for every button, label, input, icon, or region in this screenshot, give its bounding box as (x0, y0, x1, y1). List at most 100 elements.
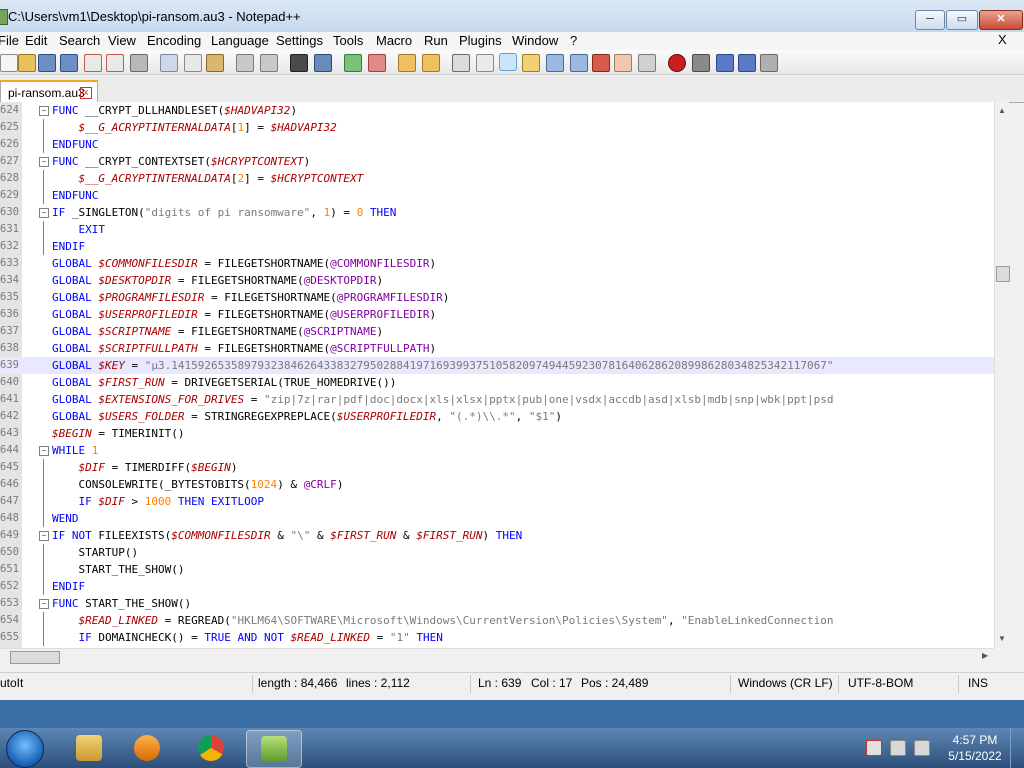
code-line[interactable]: 653 − FUNC START_THE_SHOW() (0, 595, 1008, 612)
play-macro-icon[interactable] (716, 54, 734, 72)
open-icon[interactable] (18, 54, 36, 72)
minimize-button[interactable]: ─ (915, 10, 945, 30)
menu-tools[interactable]: Tools (333, 32, 363, 50)
code-line[interactable]: 647 IF $DIF > 1000 THEN EXITLOOP (0, 493, 1008, 510)
menu-edit[interactable]: Edit (25, 32, 47, 50)
code-line[interactable]: 631 EXIT (0, 221, 1008, 238)
tab-pi-ransom[interactable]: pi-ransom.au3 x (0, 80, 98, 102)
find-icon[interactable] (290, 54, 308, 72)
menu-plugins[interactable]: Plugins (459, 32, 502, 50)
code-line[interactable]: 632 ENDIF (0, 238, 1008, 255)
word-wrap-icon[interactable] (452, 54, 470, 72)
taskbar-notepadpp[interactable] (246, 730, 302, 768)
indent-guide-icon[interactable] (499, 53, 517, 71)
menu-window[interactable]: Window (512, 32, 558, 50)
vertical-scrollbar[interactable]: ▲ ▼ (994, 102, 1010, 648)
code-line[interactable]: 655 IF DOMAINCHECK() = TRUE AND NOT $REA… (0, 629, 1008, 646)
taskbar-chrome[interactable] (184, 730, 238, 766)
code-line[interactable]: 646 CONSOLEWRITE(_BYTESTOBITS(1024) & @C… (0, 476, 1008, 493)
redo-icon[interactable] (260, 54, 278, 72)
taskbar-clock[interactable]: 4:57 PM 5/15/2022 (946, 732, 1004, 764)
title-bar[interactable]: C:\Users\vm1\Desktop\pi-ransom.au3 - Not… (0, 0, 1024, 32)
paste-icon[interactable] (206, 54, 224, 72)
code-line[interactable]: 629 ENDFUNC (0, 187, 1008, 204)
code-line[interactable]: 626 ENDFUNC (0, 136, 1008, 153)
show-all-chars-icon[interactable] (476, 54, 494, 72)
code-line[interactable]: 654 $READ_LINKED = REGREAD("HKLM64\SOFTW… (0, 612, 1008, 629)
code-line[interactable]: 644 − WHILE 1 (0, 442, 1008, 459)
fold-toggle-icon[interactable]: − (39, 446, 49, 456)
stop-macro-icon[interactable] (692, 54, 710, 72)
code-editor[interactable]: 624− FUNC __CRYPT_DLLHANDLESET($HADVAPI32… (0, 102, 1008, 648)
code-line[interactable]: 630 − IF _SINGLETON("digits of pi ransomwa… (0, 204, 1008, 221)
close-icon[interactable] (84, 54, 102, 72)
menu-encoding[interactable]: Encoding (147, 32, 201, 50)
close-document-button[interactable]: X (998, 32, 1007, 47)
save-icon[interactable] (38, 54, 56, 72)
folder-workspace-icon[interactable] (570, 54, 588, 72)
fold-toggle-icon[interactable]: − (39, 157, 49, 167)
code-line[interactable]: 634 GLOBAL $DESKTOPDIR = FILEGETSHORTNAME… (0, 272, 1008, 289)
fold-toggle-icon[interactable]: − (39, 531, 49, 541)
network-icon[interactable] (890, 740, 906, 756)
taskbar-media-player[interactable] (120, 730, 174, 766)
code-line[interactable]: 641 GLOBAL $EXTENSIONS_FOR_DRIVES = "zip|… (0, 391, 1008, 408)
horizontal-scroll-thumb[interactable] (10, 651, 60, 664)
folder-icon[interactable] (614, 54, 632, 72)
code-line[interactable]: 637 GLOBAL $SCRIPTNAME = FILEGETSHORTNAME… (0, 323, 1008, 340)
scroll-down-icon[interactable]: ▼ (998, 634, 1006, 643)
action-center-icon[interactable] (866, 740, 882, 756)
volume-icon[interactable] (914, 740, 930, 756)
replace-icon[interactable] (314, 54, 332, 72)
fold-toggle-icon[interactable]: − (39, 599, 49, 609)
vertical-scroll-thumb[interactable] (996, 266, 1010, 282)
menu-language[interactable]: Language (211, 32, 269, 50)
doc-map-icon[interactable] (522, 54, 540, 72)
code-line[interactable]: 650 STARTUP() (0, 544, 1008, 561)
start-button[interactable] (6, 730, 44, 768)
taskbar-explorer[interactable] (62, 730, 116, 766)
fold-toggle-icon[interactable]: − (39, 106, 49, 116)
undo-icon[interactable] (236, 54, 254, 72)
save-all-icon[interactable] (60, 54, 78, 72)
menu-file[interactable]: File (0, 32, 19, 50)
code-line[interactable]: 648 WEND (0, 510, 1008, 527)
code-line[interactable]: 640 GLOBAL $FIRST_RUN = DRIVEGETSERIAL(TR… (0, 374, 1008, 391)
code-line[interactable]: 651 START_THE_SHOW() (0, 561, 1008, 578)
monitoring-icon[interactable] (592, 54, 610, 72)
save-macro-icon[interactable] (760, 54, 778, 72)
close-all-icon[interactable] (106, 54, 124, 72)
zoom-out-icon[interactable] (368, 54, 386, 72)
zoom-in-icon[interactable] (344, 54, 362, 72)
menu-help[interactable]: ? (570, 32, 577, 50)
show-desktop-button[interactable] (1010, 728, 1024, 768)
copy-icon[interactable] (184, 54, 202, 72)
menu-run[interactable]: Run (424, 32, 448, 50)
record-macro-icon[interactable] (668, 54, 686, 72)
fold-toggle-icon[interactable]: − (39, 208, 49, 218)
code-line[interactable]: 649 − IF NOT FILEEXISTS($COMMONFILESDIR & … (0, 527, 1008, 544)
code-line[interactable]: 633 GLOBAL $COMMONFILESDIR = FILEGETSHORT… (0, 255, 1008, 272)
sync-v-icon[interactable] (398, 54, 416, 72)
print-icon[interactable] (130, 54, 148, 72)
scroll-right-icon[interactable]: ▶ (982, 651, 988, 660)
code-line[interactable]: 639 GLOBAL $KEY = "µ3.1415926535897932384… (0, 357, 1008, 374)
function-list-icon[interactable] (546, 54, 564, 72)
eye-icon[interactable] (638, 54, 656, 72)
scroll-up-icon[interactable]: ▲ (998, 106, 1006, 115)
menu-macro[interactable]: Macro (376, 32, 412, 50)
code-line[interactable]: 636 GLOBAL $USERPROFILEDIR = FILEGETSHORT… (0, 306, 1008, 323)
code-line[interactable]: 624 − FUNC __CRYPT_DLLHANDLESET($HADVAPI32… (0, 102, 1008, 119)
horizontal-scrollbar[interactable]: ▶ (0, 648, 994, 665)
cut-icon[interactable] (160, 54, 178, 72)
close-window-button[interactable]: ✕ (979, 10, 1023, 30)
sync-h-icon[interactable] (422, 54, 440, 72)
code-line[interactable]: 625 $__G_ACRYPTINTERNALDATA[1] = $HADVAP… (0, 119, 1008, 136)
code-line[interactable]: 643 $BEGIN = TIMERINIT() (0, 425, 1008, 442)
code-line[interactable]: 635 GLOBAL $PROGRAMFILESDIR = FILEGETSHOR… (0, 289, 1008, 306)
code-line[interactable]: 627 − FUNC __CRYPT_CONTEXTSET($HCRYPTCONTE… (0, 153, 1008, 170)
code-line[interactable]: 628 $__G_ACRYPTINTERNALDATA[2] = $HCRYPT… (0, 170, 1008, 187)
tab-close-icon[interactable]: x (80, 87, 92, 99)
menu-settings[interactable]: Settings (276, 32, 323, 50)
code-line[interactable]: 642 GLOBAL $USERS_FOLDER = STRINGREGEXPRE… (0, 408, 1008, 425)
